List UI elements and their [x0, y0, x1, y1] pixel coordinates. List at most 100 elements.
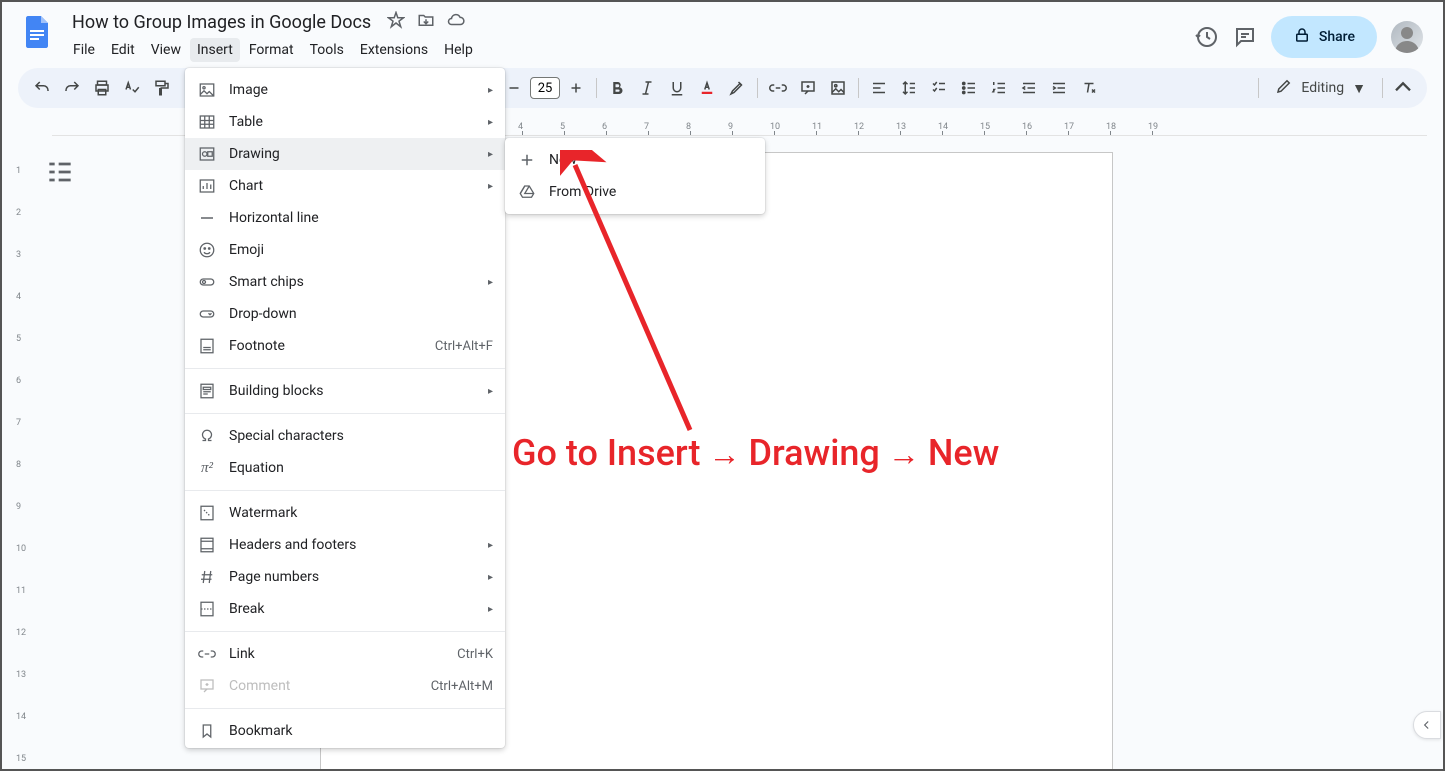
insert-image-button[interactable]	[824, 74, 852, 102]
insert-special-characters[interactable]: Special characters	[185, 420, 505, 452]
spellcheck-button[interactable]	[118, 74, 146, 102]
insert-smart-chips[interactable]: Smart chips▸	[185, 266, 505, 298]
menu-separator	[185, 708, 505, 709]
star-icon[interactable]	[387, 11, 405, 33]
highlight-button[interactable]	[723, 74, 751, 102]
drawing-new[interactable]: New	[505, 144, 765, 176]
cloud-icon[interactable]	[447, 11, 465, 33]
chart-icon	[197, 176, 217, 196]
account-avatar[interactable]	[1391, 21, 1423, 53]
share-label: Share	[1319, 29, 1355, 45]
insert-menu-dropdown: Image▸ Table▸ Drawing▸ Chart▸ Horizontal…	[185, 68, 505, 748]
insert-watermark[interactable]: Watermark	[185, 497, 505, 529]
menu-tools[interactable]: Tools	[303, 38, 351, 62]
insert-link[interactable]: LinkCtrl+K	[185, 638, 505, 670]
text-color-button[interactable]	[693, 74, 721, 102]
headers-icon	[197, 535, 217, 555]
insert-dropdown[interactable]: Drop-down	[185, 298, 505, 330]
menu-extensions[interactable]: Extensions	[353, 38, 435, 62]
insert-comment-button[interactable]	[794, 74, 822, 102]
clear-formatting-button[interactable]	[1075, 74, 1103, 102]
italic-button[interactable]	[633, 74, 661, 102]
document-title[interactable]: How to Group Images in Google Docs	[66, 10, 377, 35]
redo-button[interactable]	[58, 74, 86, 102]
insert-drawing[interactable]: Drawing▸	[185, 138, 505, 170]
underline-button[interactable]	[663, 74, 691, 102]
insert-chart[interactable]: Chart▸	[185, 170, 505, 202]
insert-equation[interactable]: π²Equation	[185, 452, 505, 484]
building-blocks-icon	[197, 381, 217, 401]
pi-icon: π²	[197, 458, 217, 478]
decrease-indent-button[interactable]	[1015, 74, 1043, 102]
footnote-shortcut: Ctrl+Alt+F	[435, 339, 493, 354]
menu-view[interactable]: View	[144, 38, 188, 62]
plus-icon	[517, 150, 537, 170]
submenu-arrow-icon: ▸	[488, 117, 493, 128]
submenu-arrow-icon: ▸	[488, 386, 493, 397]
menu-edit[interactable]: Edit	[104, 38, 142, 62]
show-side-panel-button[interactable]	[1413, 711, 1441, 739]
paint-format-button[interactable]	[148, 74, 176, 102]
history-icon[interactable]	[1195, 25, 1219, 49]
submenu-arrow-icon: ▸	[488, 277, 493, 288]
chevron-down-icon: ▼	[1352, 80, 1366, 97]
outline-toggle-button[interactable]	[44, 156, 76, 188]
image-icon	[197, 80, 217, 100]
numbered-list-button[interactable]	[985, 74, 1013, 102]
hash-icon	[197, 567, 217, 587]
hline-icon	[197, 208, 217, 228]
insert-headers-footers[interactable]: Headers and footers▸	[185, 529, 505, 561]
menu-file[interactable]: File	[66, 38, 102, 62]
increase-indent-button[interactable]	[1045, 74, 1073, 102]
footnote-icon	[197, 336, 217, 356]
print-button[interactable]	[88, 74, 116, 102]
insert-footnote[interactable]: FootnoteCtrl+Alt+F	[185, 330, 505, 362]
pencil-icon	[1275, 77, 1293, 99]
undo-button[interactable]	[28, 74, 56, 102]
insert-building-blocks[interactable]: Building blocks▸	[185, 375, 505, 407]
omega-icon	[197, 426, 217, 446]
comment-shortcut: Ctrl+Alt+M	[431, 679, 493, 694]
vertical-ruler[interactable]: 123456789101112131415	[14, 136, 30, 769]
comments-icon[interactable]	[1233, 25, 1257, 49]
move-icon[interactable]	[417, 11, 435, 33]
menu-separator	[185, 368, 505, 369]
dropdown-icon	[197, 304, 217, 324]
insert-emoji[interactable]: Emoji	[185, 234, 505, 266]
submenu-arrow-icon: ▸	[488, 540, 493, 551]
checklist-button[interactable]	[925, 74, 953, 102]
font-size-input[interactable]	[530, 77, 560, 99]
insert-image[interactable]: Image▸	[185, 74, 505, 106]
insert-table[interactable]: Table▸	[185, 106, 505, 138]
menu-separator	[185, 631, 505, 632]
insert-page-numbers[interactable]: Page numbers▸	[185, 561, 505, 593]
drawing-from-drive[interactable]: From Drive	[505, 176, 765, 208]
insert-horizontal-line[interactable]: Horizontal line	[185, 202, 505, 234]
insert-break[interactable]: Break▸	[185, 593, 505, 625]
insert-link-button[interactable]	[764, 74, 792, 102]
menu-format[interactable]: Format	[242, 38, 301, 62]
editing-mode-button[interactable]: Editing ▼	[1265, 77, 1376, 99]
comment-icon	[197, 676, 217, 696]
menu-bar: File Edit View Insert Format Tools Exten…	[66, 38, 1187, 62]
link-shortcut: Ctrl+K	[457, 647, 493, 662]
link-icon	[197, 644, 217, 664]
font-size-control	[500, 74, 590, 102]
line-spacing-button[interactable]	[895, 74, 923, 102]
insert-bookmark[interactable]: Bookmark	[185, 715, 505, 747]
font-size-increase[interactable]	[562, 74, 590, 102]
submenu-arrow-icon: ▸	[488, 149, 493, 160]
menu-separator	[185, 413, 505, 414]
bulleted-list-button[interactable]	[955, 74, 983, 102]
menu-separator	[185, 490, 505, 491]
align-button[interactable]	[865, 74, 893, 102]
docs-app-icon[interactable]	[18, 12, 58, 52]
share-button[interactable]: Share	[1271, 16, 1377, 58]
bold-button[interactable]	[603, 74, 631, 102]
collapse-toolbar-button[interactable]	[1389, 74, 1417, 102]
menu-insert[interactable]: Insert	[190, 38, 240, 62]
submenu-arrow-icon: ▸	[488, 181, 493, 192]
submenu-arrow-icon: ▸	[488, 572, 493, 583]
drawing-icon	[197, 144, 217, 164]
menu-help[interactable]: Help	[437, 38, 480, 62]
